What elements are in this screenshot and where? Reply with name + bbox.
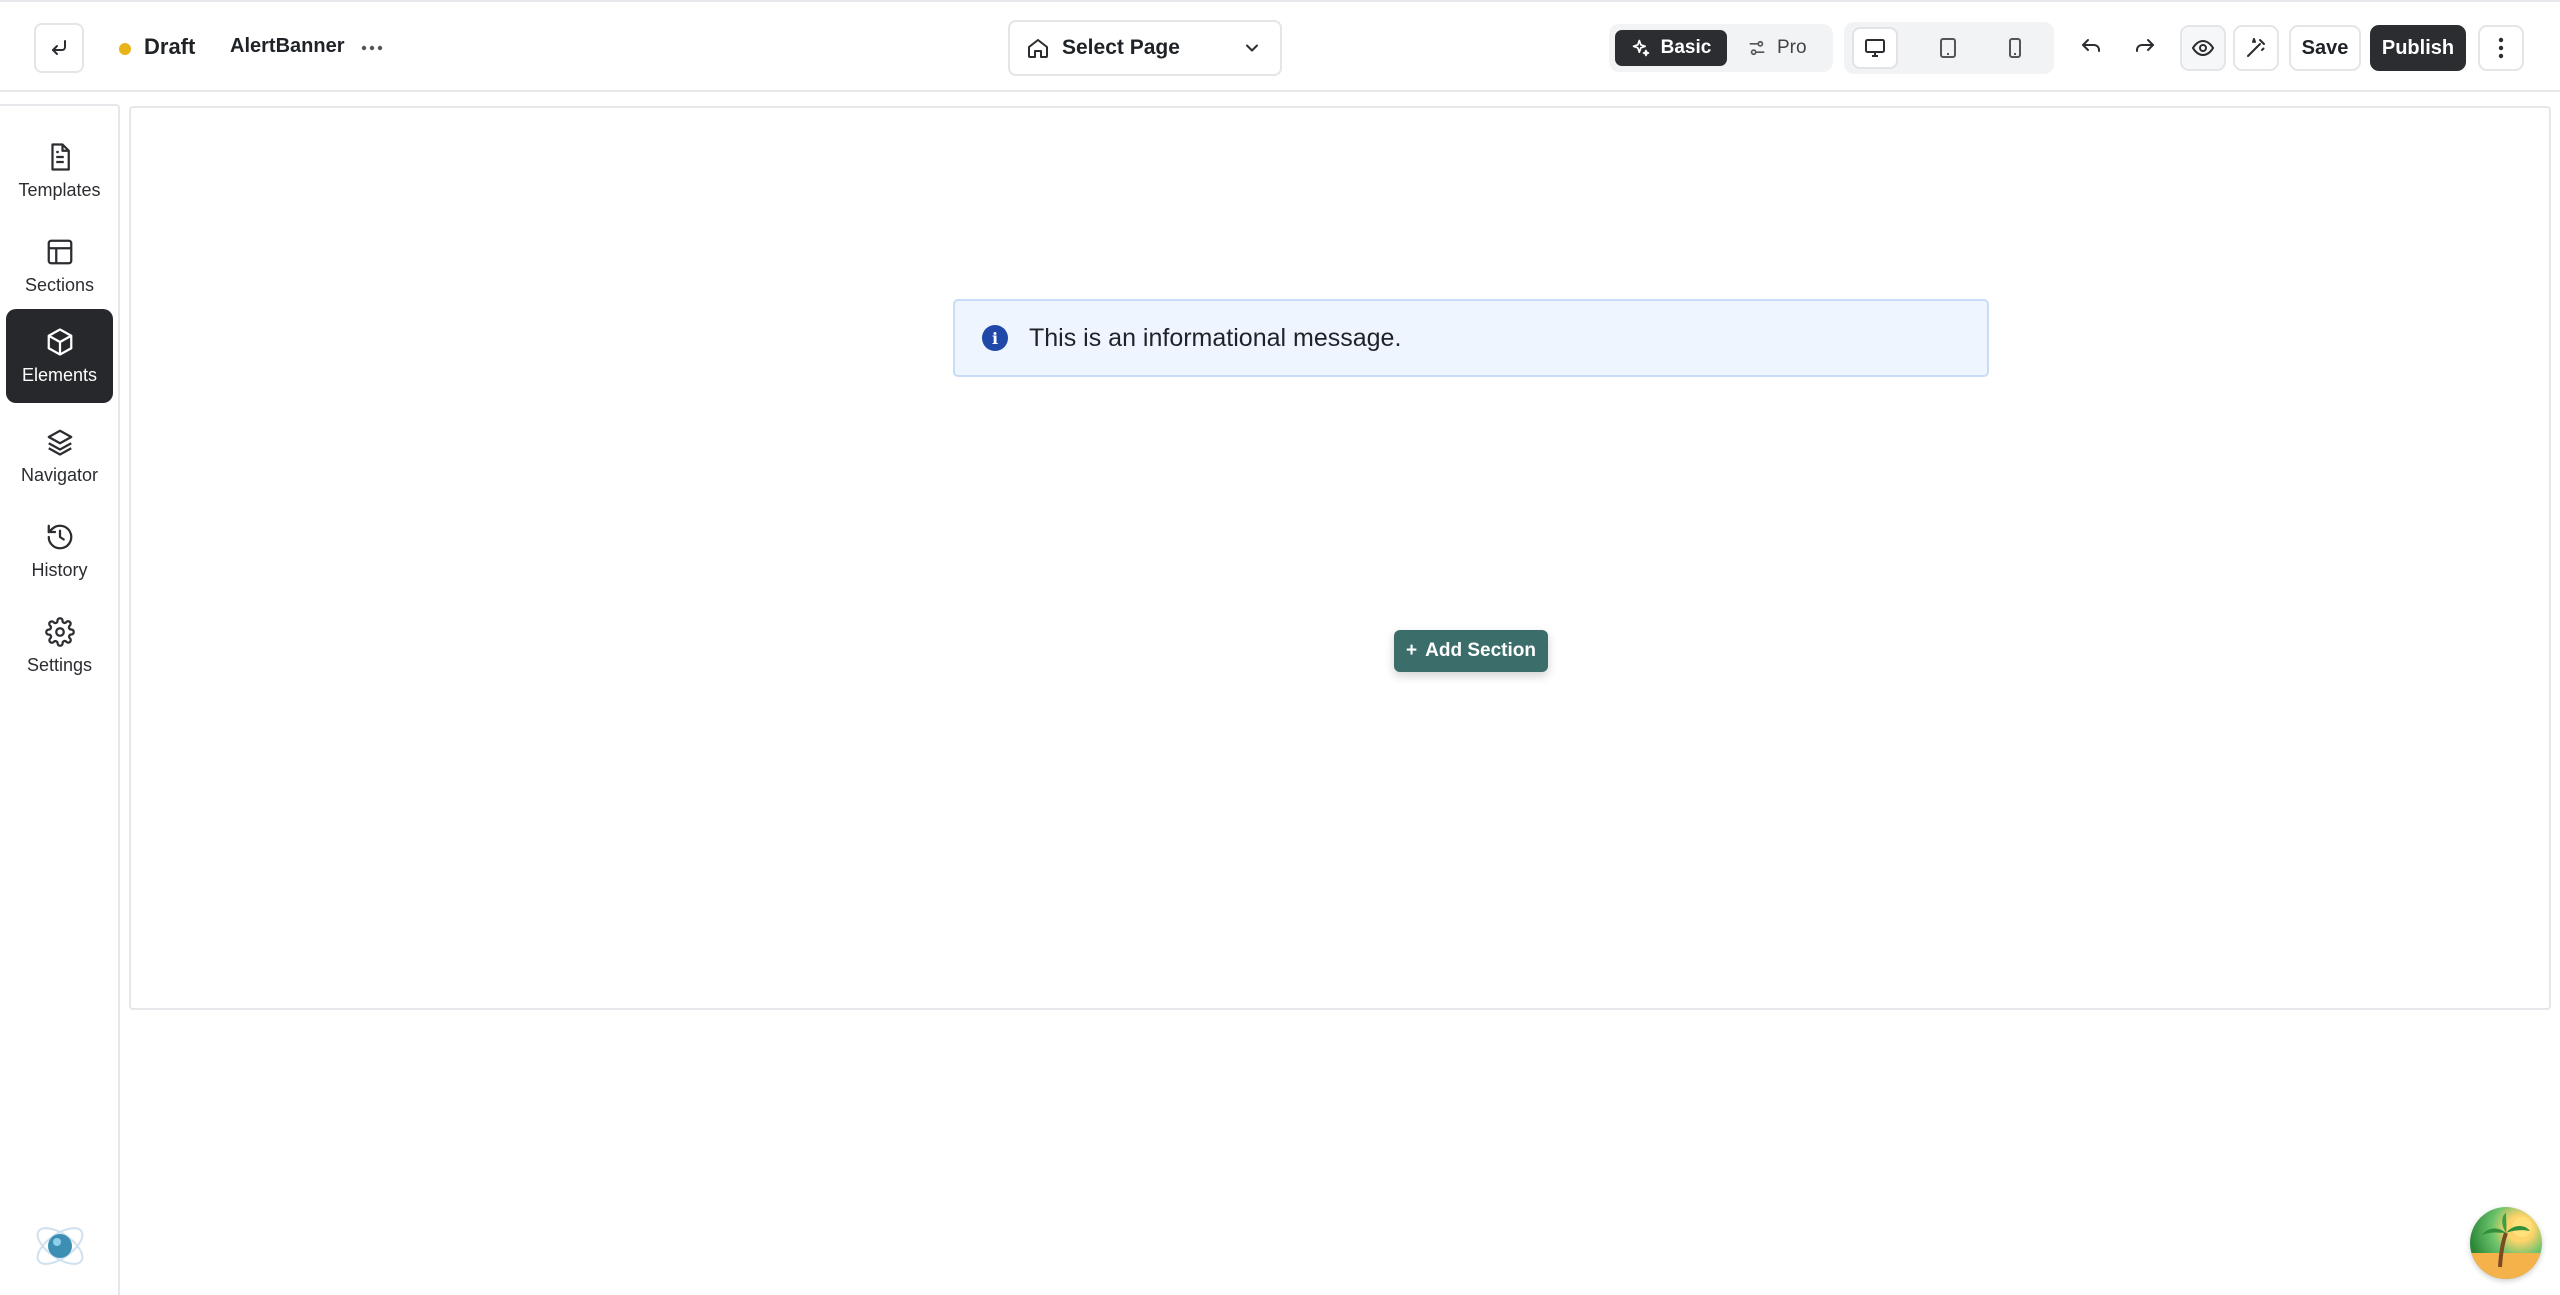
eye-icon [2191,39,2215,57]
alert-message: This is an informational message. [1029,323,1402,352]
sidebar-item-label: Settings [26,654,93,675]
sidebar-item-label: Sections [24,274,95,295]
sidebar-item-sections[interactable]: Sections [6,219,113,313]
return-icon [52,40,66,55]
info-icon: i [982,325,1008,351]
ellipsis-icon [361,45,383,51]
status-dot [119,43,131,55]
desktop-view-button[interactable] [1852,27,1898,69]
publish-button[interactable]: Publish [2370,25,2466,71]
ai-assist-button[interactable] [2233,25,2279,71]
kebab-menu-button[interactable] [2478,25,2524,71]
document-name[interactable]: AlertBanner [230,35,344,58]
sidebar-item-label: History [31,559,88,580]
layers-icon [47,429,72,456]
mobile-icon [2009,38,2021,58]
mode-basic-label: Basic [1660,37,1712,58]
mode-basic-button[interactable]: Basic [1615,30,1727,66]
sidebar-item-navigator[interactable]: Navigator [6,409,113,503]
tablet-view-button[interactable] [1925,27,1971,69]
add-section-label: Add Section [1425,640,1536,661]
app-logo-icon[interactable] [30,1216,90,1276]
sparkle-icon [1632,39,1649,57]
top-toolbar: Draft AlertBanner Select Page Basic Pro [0,0,2560,92]
layout-icon [47,239,72,264]
sidebar-item-history[interactable]: History [6,504,113,598]
sidebar-item-label: Navigator [20,464,99,485]
preview-button[interactable] [2180,25,2226,71]
redo-icon [2136,39,2154,52]
file-icon [50,142,70,171]
page-select-label: Select Page [1062,36,1180,59]
plus-icon: + [1406,640,1418,661]
tablet-icon [1940,38,1956,58]
undo-button[interactable] [2070,28,2112,68]
device-switcher [1844,22,2054,74]
desktop-icon [1865,39,1885,57]
back-button[interactable] [34,23,84,73]
mode-pro-label: Pro [1777,37,1807,58]
mobile-view-button[interactable] [1992,27,2038,69]
mode-pro-button[interactable]: Pro [1747,30,1827,66]
home-icon [1028,39,1048,58]
vertical-ellipsis-icon [2498,37,2504,59]
history-icon [47,524,72,549]
sidebar-item-settings[interactable]: Settings [6,599,113,693]
gear-icon [44,616,75,647]
sliders-icon [1749,40,1765,56]
more-options-button[interactable] [356,30,388,66]
redo-button[interactable] [2124,28,2166,68]
sidebar-item-elements[interactable]: Elements [6,309,113,403]
status-text: Draft [144,34,196,59]
cube-icon [47,327,72,356]
magic-wand-icon [2247,38,2265,57]
sidebar-item-templates[interactable]: Templates [6,124,113,218]
add-section-button[interactable]: + Add Section [1394,630,1548,672]
palm-tree-icon [2470,1213,2542,1279]
mode-toggle: Basic Pro [1609,24,1833,72]
chevron-down-icon [1246,44,1258,52]
undo-icon [2082,39,2100,52]
page-select-dropdown[interactable]: Select Page [1008,20,1282,76]
user-avatar[interactable] [2470,1207,2542,1279]
left-sidebar: Templates Sections Elements Navigator Hi… [0,104,120,1295]
save-button[interactable]: Save [2289,25,2361,71]
editor-canvas[interactable]: i This is an informational message. + Ad… [129,106,2551,1010]
sidebar-item-label: Elements [21,364,98,385]
sidebar-item-label: Templates [18,179,101,200]
alert-banner[interactable]: i This is an informational message. [953,299,1989,377]
